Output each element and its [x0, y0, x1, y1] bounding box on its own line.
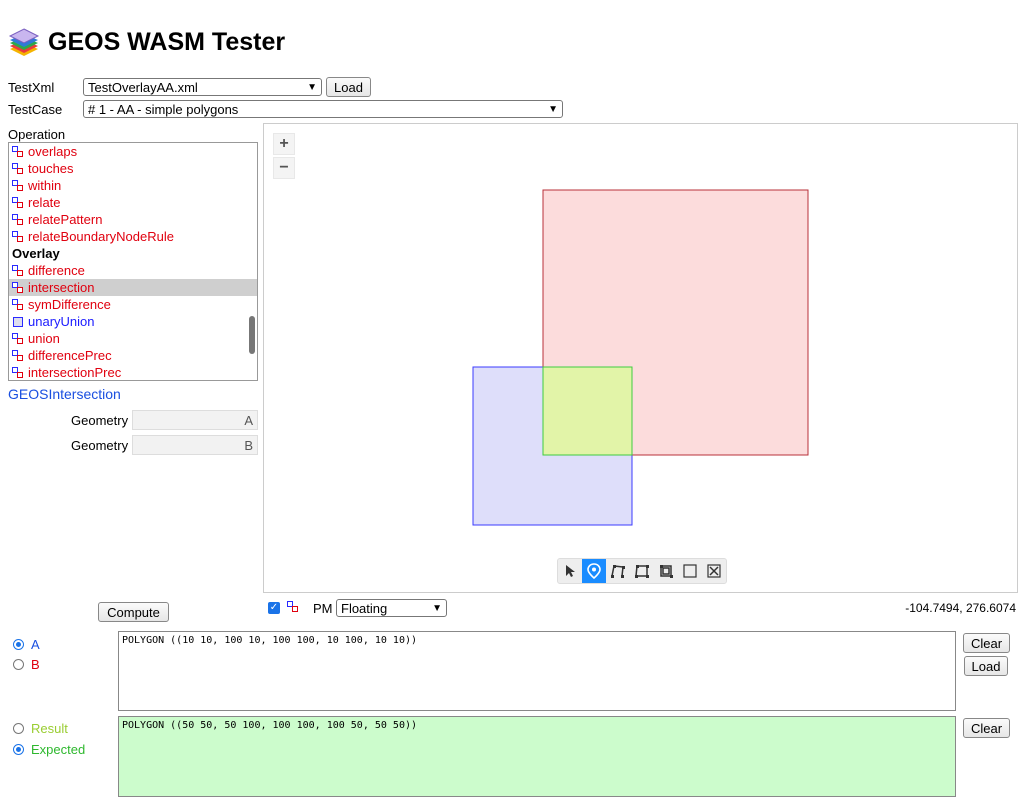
rectangle-icon[interactable] [678, 559, 702, 583]
radio-b-label: B [31, 657, 40, 672]
operation-item-differencePrec[interactable]: differencePrec [9, 347, 257, 364]
zoom-out-button[interactable]: − [273, 157, 295, 179]
fullscreen-icon[interactable] [702, 559, 726, 583]
function-name: GEOSIntersection [8, 386, 121, 402]
binary-op-icon [12, 298, 24, 311]
geometry-param-label: Geometry [71, 438, 129, 453]
result-textarea[interactable]: POLYGON ((50 50, 50 100, 100 100, 100 50… [118, 716, 956, 797]
testcase-select[interactable]: # 1 - AA - simple polygons ▼ [83, 100, 563, 118]
geometry-a-field[interactable]: A [132, 410, 258, 430]
radio-expected-label: Expected [31, 742, 86, 757]
binary-op-icon [12, 366, 24, 379]
radio-a[interactable]: A [13, 637, 40, 652]
binary-op-icon [12, 179, 24, 192]
operation-item-difference[interactable]: difference [9, 262, 257, 279]
radio-expected[interactable]: Expected [13, 742, 85, 757]
geometry-input-textarea[interactable]: POLYGON ((10 10, 100 10, 100 100, 10 100… [118, 631, 956, 711]
binary-op-icon [12, 264, 24, 277]
geometry-b-field[interactable]: B [132, 435, 258, 455]
result-polygon[interactable] [542, 366, 633, 456]
layers-logo-icon [8, 28, 40, 56]
chevron-down-icon: ▼ [548, 103, 558, 115]
clear-input-button[interactable]: Clear [963, 633, 1010, 653]
radio-a-label: A [31, 637, 40, 652]
operation-label: Operation [8, 127, 66, 142]
operation-item-intersectionPrec[interactable]: intersectionPrec [9, 364, 257, 380]
operation-label-text: union [28, 331, 60, 346]
page-title: GEOS WASM Tester [48, 27, 286, 56]
operation-item-relate[interactable]: relate [9, 194, 257, 211]
point-marker-icon[interactable] [582, 559, 606, 583]
testxml-value: TestOverlayAA.xml [88, 79, 198, 95]
binary-op-icon [12, 145, 24, 158]
binary-op-icon [12, 281, 24, 294]
operation-label-text: differencePrec [28, 348, 112, 363]
binary-op-icon [12, 196, 24, 209]
operation-item-touches[interactable]: touches [9, 160, 257, 177]
clear-result-button[interactable]: Clear [963, 718, 1010, 738]
map-canvas[interactable]: + − [263, 123, 1018, 593]
testxml-select[interactable]: TestOverlayAA.xml ▼ [83, 78, 322, 96]
chevron-down-icon: ▼ [432, 602, 442, 614]
line-draw-icon[interactable] [606, 559, 630, 583]
chevron-down-icon: ▼ [307, 81, 317, 93]
binary-op-icon [12, 213, 24, 226]
operation-item-relateBoundaryNodeRule[interactable]: relateBoundaryNodeRule [9, 228, 257, 245]
operation-list[interactable]: overlaps touches within relate relatePattern… [8, 142, 258, 381]
operation-item-relatePattern[interactable]: relatePattern [9, 211, 257, 228]
compute-button[interactable]: Compute [98, 602, 169, 622]
operation-items: overlaps touches within relate relatePattern… [9, 143, 257, 380]
binary-op-icon [12, 332, 24, 345]
radio-a-button[interactable] [13, 639, 24, 650]
select-arrow-icon[interactable] [558, 559, 582, 583]
app-header: GEOS WASM Tester [8, 24, 285, 60]
testcase-label: TestCase [8, 102, 63, 117]
operation-label-text: overlaps [28, 144, 78, 159]
operation-label-text: intersectionPrec [28, 365, 122, 380]
operation-label-text: relate [28, 195, 61, 210]
pm-value: Floating [341, 600, 388, 616]
operation-label-text: within [28, 178, 62, 193]
load-input-button[interactable]: Load [964, 656, 1008, 676]
operation-label-text: touches [28, 161, 74, 176]
modify-icon[interactable] [654, 559, 678, 583]
binary-op-icon [12, 349, 24, 362]
pm-label: PM [313, 601, 333, 616]
zoom-in-button[interactable]: + [273, 133, 295, 155]
radio-b-button[interactable] [13, 659, 24, 670]
binary-op-icon [12, 162, 24, 175]
operation-item-within[interactable]: within [9, 177, 257, 194]
binary-op-icon [12, 230, 24, 243]
operation-label-text: unaryUnion [28, 314, 95, 329]
operation-label-text: difference [28, 263, 85, 278]
radio-expected-button[interactable] [13, 744, 24, 755]
load-xml-button[interactable]: Load [326, 77, 371, 97]
unary-op-icon [12, 316, 24, 328]
precision-model-select[interactable]: Floating ▼ [336, 599, 447, 617]
operation-label-text: symDifference [28, 297, 111, 312]
operation-item-unaryUnion[interactable]: unaryUnion [9, 313, 257, 330]
operation-label-text: Overlay [12, 246, 60, 261]
operation-label-text: intersection [28, 280, 95, 295]
testxml-label: TestXml [8, 80, 55, 95]
map-toolbar [557, 558, 727, 584]
radio-result[interactable]: Result [13, 721, 68, 736]
operation-label-text: relateBoundaryNodeRule [28, 229, 174, 244]
show-input-checkbox[interactable]: ✓ [268, 602, 280, 614]
operation-item-union[interactable]: union [9, 330, 257, 347]
operation-item-symDifference[interactable]: symDifference [9, 296, 257, 313]
operation-label-text: relatePattern [28, 212, 103, 227]
radio-result-button[interactable] [13, 723, 24, 734]
operation-list-scrollbar[interactable] [249, 316, 255, 354]
radio-result-label: Result [31, 721, 68, 736]
operation-group-header: Overlay [9, 245, 257, 262]
operation-item-intersection[interactable]: intersection [9, 279, 257, 296]
geometry-param-label: Geometry [71, 413, 129, 428]
geometry-plot [472, 189, 809, 526]
operation-item-overlaps[interactable]: overlaps [9, 143, 257, 160]
radio-b[interactable]: B [13, 657, 40, 672]
testcase-value: # 1 - AA - simple polygons [88, 101, 239, 117]
cursor-coordinates: -104.7494, 276.6074 [905, 601, 1016, 615]
polygon-draw-icon[interactable] [630, 559, 654, 583]
